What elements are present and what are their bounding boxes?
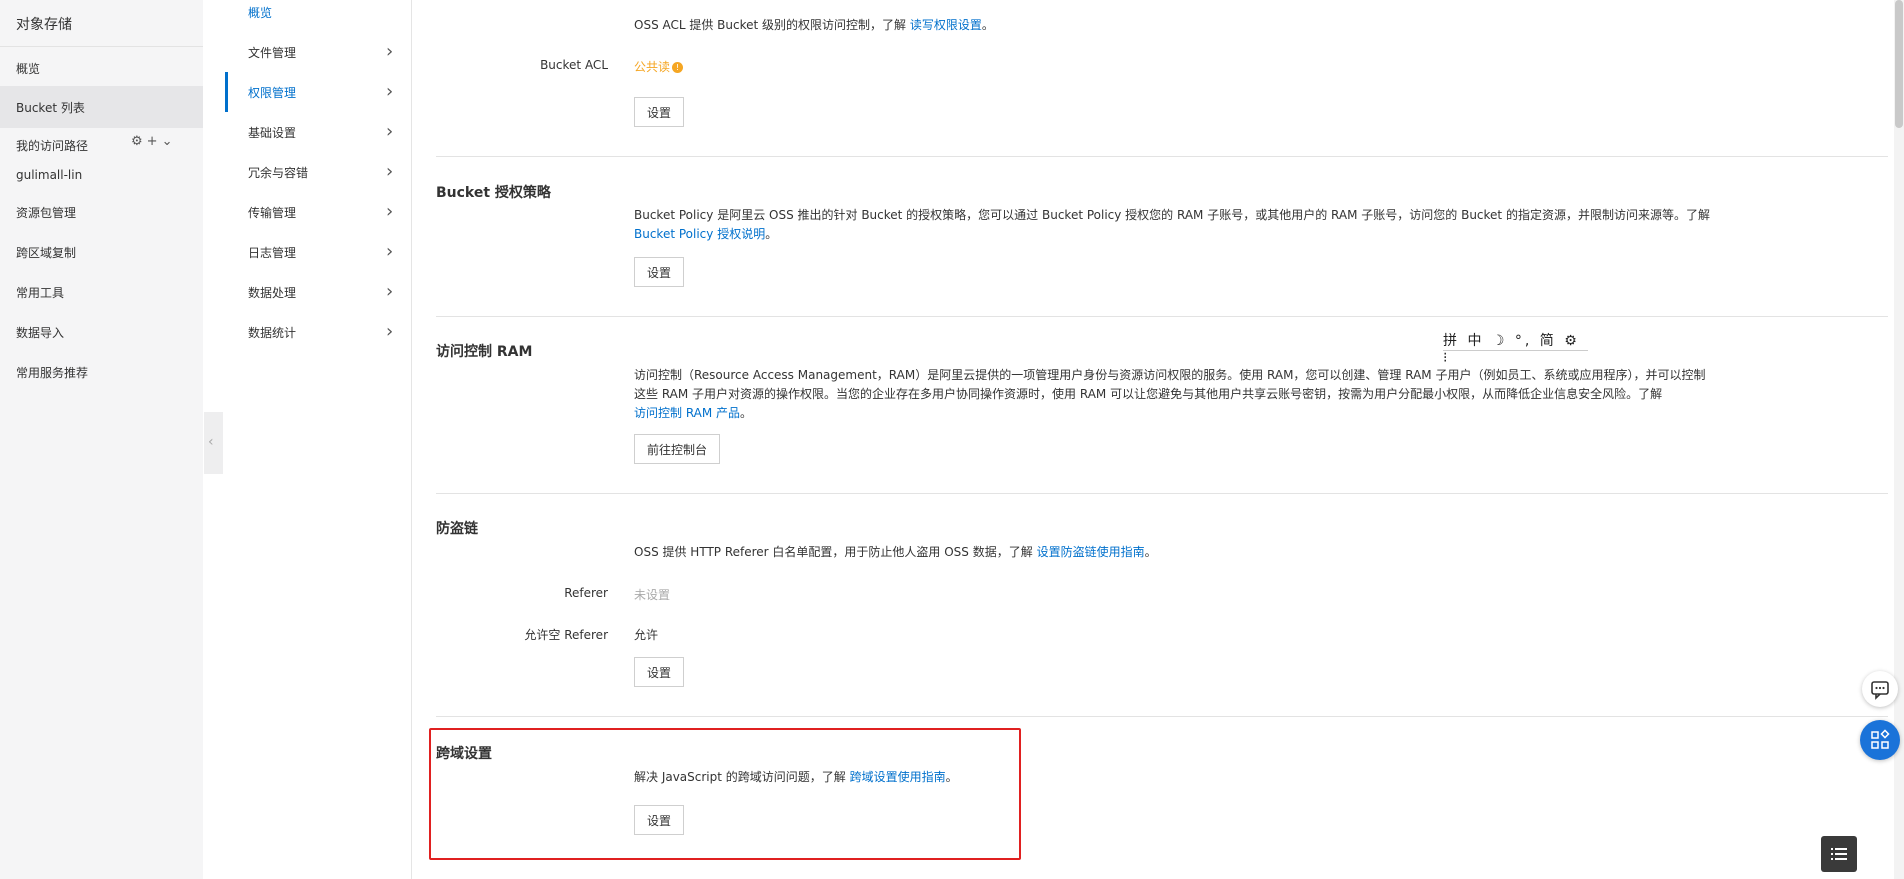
policy-description: Bucket Policy 是阿里云 OSS 推出的针对 Bucket 的授权策… <box>634 208 1710 241</box>
sidebar-item-cross-region[interactable]: 跨区域复制 <box>16 244 76 261</box>
subnav-item-label: 数据统计 <box>248 326 297 340</box>
highlight-box <box>429 728 1021 860</box>
policy-doc-link[interactable]: Bucket Policy 授权说明 <box>634 227 765 241</box>
sidebar-item-overview[interactable]: 概览 <box>16 60 40 77</box>
chevron-right-icon: › <box>386 41 394 62</box>
warning-icon: ! <box>672 62 684 73</box>
apps-icon <box>1871 729 1890 749</box>
subnav-item-statistics[interactable]: 数据统计 › <box>225 312 411 352</box>
sidebar-item-resource-packs[interactable]: 资源包管理 <box>16 204 76 221</box>
section-divider <box>436 716 1888 717</box>
section-divider <box>436 493 1888 494</box>
subnav-item-logs[interactable]: 日志管理 › <box>225 232 411 272</box>
section-divider <box>436 156 1888 157</box>
referer-value: 未设置 <box>634 588 671 602</box>
referer-description: OSS 提供 HTTP Referer 白名单配置，用于防止他人盗用 OSS 数… <box>634 545 1157 559</box>
allow-empty-referer-value: 允许 <box>634 628 659 642</box>
policy-settings-button[interactable]: 设置 <box>634 257 685 287</box>
apps-button[interactable] <box>1860 720 1900 760</box>
chevron-down-icon[interactable]: ⌄ <box>162 134 177 149</box>
subnav-item-label: 日志管理 <box>248 246 297 260</box>
acl-settings-button[interactable]: 设置 <box>634 97 685 127</box>
chevron-right-icon: › <box>386 241 394 262</box>
subnav-item-transfer[interactable]: 传输管理 › <box>225 192 411 232</box>
subnav-item-label: 数据处理 <box>248 286 297 300</box>
subnav-item-label: 文件管理 <box>248 46 297 60</box>
subnav-item-overview[interactable]: 概览 <box>225 0 411 32</box>
ime-toolbar[interactable]: 拼 中 ☽ °, 简 ⚙ ⁝ <box>1443 330 1588 366</box>
active-indicator <box>225 72 228 112</box>
subnav-item-label: 冗余与容错 <box>248 166 309 180</box>
sidebar-title: 对象存储 <box>16 17 72 33</box>
subnav-item-data-processing[interactable]: 数据处理 › <box>225 272 411 312</box>
allow-empty-referer-label: 允许空 Referer <box>524 628 608 642</box>
bucket-acl-value: 公共读! <box>634 58 684 75</box>
sidebar-collapse-toggle[interactable]: ‹ <box>204 412 223 474</box>
chevron-left-icon: ‹ <box>208 434 214 450</box>
menu-list-button[interactable] <box>1821 836 1857 872</box>
chevron-right-icon: › <box>386 321 394 342</box>
subnav-item-label: 权限管理 <box>248 86 297 100</box>
policy-section-title: Bucket 授权策略 <box>436 185 551 201</box>
sidebar-item-bucket-list[interactable]: Bucket 列表 <box>0 86 203 128</box>
chevron-right-icon: › <box>386 121 394 142</box>
referer-doc-link[interactable]: 设置防盗链使用指南 <box>1037 545 1145 559</box>
bucket-subnav: 概览 文件管理 › 权限管理 › 基础设置 › 冗余与容错 › 传输管理 › 日… <box>225 0 412 879</box>
chevron-right-icon: › <box>386 281 394 302</box>
subnav-item-files[interactable]: 文件管理 › <box>225 32 411 72</box>
chevron-right-icon: › <box>386 201 394 222</box>
sidebar-item-recommended[interactable]: 常用服务推荐 <box>16 364 88 381</box>
sidebar-item-my-paths[interactable]: 我的访问路径 <box>16 137 88 154</box>
plus-icon[interactable]: + <box>147 134 162 149</box>
referer-settings-button[interactable]: 设置 <box>634 657 685 687</box>
sidebar-item-bucket-gulimall[interactable]: gulimall-lin <box>16 168 82 182</box>
sidebar-item-data-import[interactable]: 数据导入 <box>16 324 64 341</box>
bucket-acl-label: Bucket ACL <box>540 58 608 72</box>
chevron-right-icon: › <box>386 161 394 182</box>
chevron-right-icon: › <box>386 81 394 102</box>
ram-doc-link[interactable]: 访问控制 RAM 产品 <box>634 406 740 420</box>
section-divider <box>436 316 1888 317</box>
subnav-item-redundancy[interactable]: 冗余与容错 › <box>225 152 411 192</box>
sidebar-item-label: Bucket 列表 <box>16 101 85 115</box>
ram-description: 访问控制（Resource Access Management，RAM）是阿里云… <box>634 368 1706 420</box>
subnav-item-label: 概览 <box>248 6 273 20</box>
referer-label: Referer <box>564 586 608 600</box>
sidebar-divider <box>0 46 203 47</box>
sidebar-item-tools[interactable]: 常用工具 <box>16 284 64 301</box>
feedback-button[interactable] <box>1862 671 1898 707</box>
ram-section-title: 访问控制 RAM <box>436 344 533 360</box>
ram-console-button[interactable]: 前往控制台 <box>634 434 721 464</box>
list-icon <box>1831 848 1847 860</box>
sidebar-path-tools: ⚙+⌄ <box>131 134 176 149</box>
chat-icon <box>1871 681 1889 700</box>
acl-description: OSS ACL 提供 Bucket 级别的权限访问控制，了解 读写权限设置。 <box>634 18 994 32</box>
gear-icon[interactable]: ⚙ <box>131 134 147 149</box>
acl-doc-link[interactable]: 读写权限设置 <box>910 18 982 32</box>
subnav-item-permissions[interactable]: 权限管理 › <box>225 72 411 112</box>
subnav-item-label: 传输管理 <box>248 206 297 220</box>
scrollbar-thumb[interactable] <box>1895 0 1903 128</box>
referer-section-title: 防盗链 <box>436 521 478 537</box>
subnav-item-label: 基础设置 <box>248 126 297 140</box>
subnav-item-basic-settings[interactable]: 基础设置 › <box>225 112 411 152</box>
sidebar: 对象存储 概览 Bucket 列表 我的访问路径 ⚙+⌄ gulimall-li… <box>0 0 203 879</box>
